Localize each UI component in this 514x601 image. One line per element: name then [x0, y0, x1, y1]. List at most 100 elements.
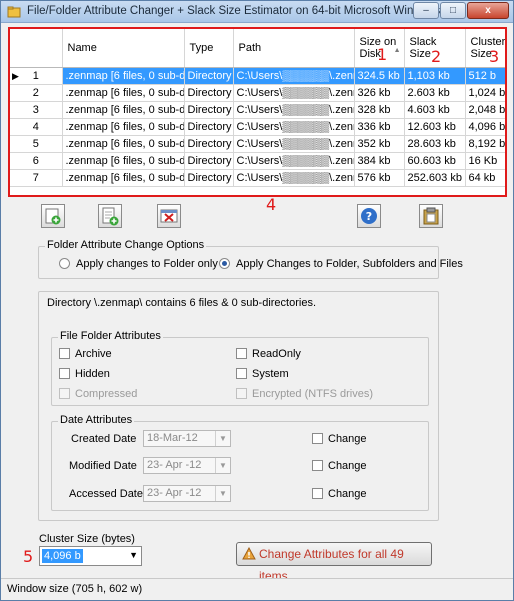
- status-text: Window size (705 h, 602 w): [7, 583, 143, 595]
- system-check[interactable]: [236, 368, 247, 379]
- row-header[interactable]: 4: [10, 118, 63, 136]
- status-bar: Window size (705 h, 602 w): [1, 578, 513, 600]
- cell-path[interactable]: C:\Users\▒▒▒▒▒▒\.zenmap: [233, 84, 355, 102]
- cell-name[interactable]: .zenmap [6 files, 0 sub-dirs]: [62, 84, 185, 102]
- row-header[interactable]: 2: [10, 84, 63, 102]
- cell-size-on-disk[interactable]: 384 kb: [354, 152, 405, 170]
- cluster-size-select[interactable]: 4,096 b ▼: [39, 546, 142, 566]
- cell-cluster-size[interactable]: 4,096 b: [465, 118, 505, 136]
- table-row[interactable]: 7 .zenmap [6 files, 0 sub-dirs]DirectoryC…: [10, 169, 505, 187]
- cell-type[interactable]: Directory: [184, 169, 234, 187]
- cell-type[interactable]: Directory: [184, 84, 234, 102]
- cell-size-on-disk[interactable]: 324.5 kb: [354, 67, 405, 85]
- readonly-check[interactable]: [236, 348, 247, 359]
- add-folder-button[interactable]: [41, 204, 65, 228]
- cell-type[interactable]: Directory: [184, 118, 234, 136]
- cell-slack-size[interactable]: 4.603 kb: [404, 101, 466, 119]
- change-attributes-button[interactable]: Change Attributes for all 49 items: [236, 542, 432, 583]
- cell-name[interactable]: .zenmap [6 files, 0 sub-dirs]: [62, 169, 185, 187]
- hidden-label: Hidden: [75, 368, 110, 380]
- cell-slack-size[interactable]: 2.603 kb: [404, 84, 466, 102]
- chevron-down-icon: ▼: [129, 550, 138, 560]
- cell-cluster-size[interactable]: 16 Kb: [465, 152, 505, 170]
- cell-size-on-disk[interactable]: 336 kb: [354, 118, 405, 136]
- cell-path[interactable]: C:\Users\▒▒▒▒▒▒\.zenmap: [233, 118, 355, 136]
- table-row[interactable]: 3 .zenmap [6 files, 0 sub-dirs]DirectoryC…: [10, 101, 505, 119]
- accessed-change-checkbox[interactable]: Change: [312, 488, 367, 500]
- hidden-check[interactable]: [59, 368, 70, 379]
- cell-size-on-disk[interactable]: 326 kb: [354, 84, 405, 102]
- maximize-button[interactable]: □: [440, 2, 466, 19]
- cell-path[interactable]: C:\Users\▒▒▒▒▒▒\.zenmap: [233, 169, 355, 187]
- cell-name[interactable]: .zenmap [6 files, 0 sub-dirs]: [62, 152, 185, 170]
- accessed-change-label: Change: [328, 488, 367, 500]
- help-button[interactable]: ?: [357, 204, 381, 228]
- row-header[interactable]: 5: [10, 135, 63, 153]
- cell-cluster-size[interactable]: 1,024 b: [465, 84, 505, 102]
- cell-name[interactable]: .zenmap [6 files, 0 sub-dirs]: [62, 67, 185, 85]
- column-header-name[interactable]: Name: [62, 29, 185, 68]
- cell-slack-size[interactable]: 1,103 kb: [404, 67, 466, 85]
- row-header[interactable]: ▶ 1: [10, 67, 63, 85]
- hidden-checkbox[interactable]: Hidden: [59, 368, 110, 380]
- cell-size-on-disk[interactable]: 352 kb: [354, 135, 405, 153]
- radio-folder-only-indicator[interactable]: [59, 258, 70, 269]
- cell-cluster-size[interactable]: 512 b: [465, 67, 505, 85]
- modified-change-checkbox[interactable]: Change: [312, 460, 367, 472]
- cell-slack-size[interactable]: 252.603 kb: [404, 169, 466, 187]
- window-title: File/Folder Attribute Changer + Slack Si…: [27, 5, 441, 17]
- created-change-check[interactable]: [312, 433, 323, 444]
- cell-name[interactable]: .zenmap [6 files, 0 sub-dirs]: [62, 118, 185, 136]
- cell-type[interactable]: Directory: [184, 135, 234, 153]
- radio-folder-only[interactable]: Apply changes to Folder only: [59, 258, 218, 270]
- cell-size-on-disk[interactable]: 576 kb: [354, 169, 405, 187]
- row-header[interactable]: 6: [10, 152, 63, 170]
- date-attributes-title: Date Attributes: [58, 414, 135, 426]
- table-row[interactable]: 5 .zenmap [6 files, 0 sub-dirs]DirectoryC…: [10, 135, 505, 153]
- clipboard-button[interactable]: [419, 204, 443, 228]
- archive-check[interactable]: [59, 348, 70, 359]
- row-header[interactable]: 3: [10, 101, 63, 119]
- cell-slack-size[interactable]: 12.603 kb: [404, 118, 466, 136]
- table-row[interactable]: 6 .zenmap [6 files, 0 sub-dirs]DirectoryC…: [10, 152, 505, 170]
- table-row[interactable]: ▶1.zenmap [6 files, 0 sub-dirs]Directory…: [10, 67, 505, 85]
- table-row[interactable]: 4 .zenmap [6 files, 0 sub-dirs]DirectoryC…: [10, 118, 505, 136]
- created-change-label: Change: [328, 433, 367, 445]
- cell-name[interactable]: .zenmap [6 files, 0 sub-dirs]: [62, 135, 185, 153]
- table-row[interactable]: 2 .zenmap [6 files, 0 sub-dirs]DirectoryC…: [10, 84, 505, 102]
- clear-list-button[interactable]: [157, 204, 181, 228]
- cell-type[interactable]: Directory: [184, 152, 234, 170]
- cell-cluster-size[interactable]: 2,048 b: [465, 101, 505, 119]
- column-header-path[interactable]: Path: [233, 29, 355, 68]
- readonly-checkbox[interactable]: ReadOnly: [236, 348, 301, 360]
- row-header[interactable]: 7: [10, 169, 63, 187]
- radio-apply-all-indicator[interactable]: [219, 258, 230, 269]
- cell-cluster-size[interactable]: 64 kb: [465, 169, 505, 187]
- cell-cluster-size[interactable]: 8,192 b: [465, 135, 505, 153]
- cell-slack-size[interactable]: 28.603 kb: [404, 135, 466, 153]
- cell-type[interactable]: Directory: [184, 67, 234, 85]
- cell-path[interactable]: C:\Users\▒▒▒▒▒▒\.zenmap: [233, 67, 355, 85]
- close-button[interactable]: x: [467, 2, 509, 19]
- cell-path[interactable]: C:\Users\▒▒▒▒▒▒\.zenmap: [233, 152, 355, 170]
- archive-checkbox[interactable]: Archive: [59, 348, 112, 360]
- minimize-button[interactable]: –: [413, 2, 439, 19]
- accessed-change-check[interactable]: [312, 488, 323, 499]
- created-change-checkbox[interactable]: Change: [312, 433, 367, 445]
- title-bar: File/Folder Attribute Changer + Slack Si…: [1, 1, 513, 23]
- cell-name[interactable]: .zenmap [6 files, 0 sub-dirs]: [62, 101, 185, 119]
- system-checkbox[interactable]: System: [236, 368, 289, 380]
- cell-path[interactable]: C:\Users\▒▒▒▒▒▒\.zenmap: [233, 135, 355, 153]
- cell-type[interactable]: Directory: [184, 101, 234, 119]
- compressed-label: Compressed: [75, 388, 138, 400]
- cell-path[interactable]: C:\Users\▒▒▒▒▒▒\.zenmap: [233, 101, 355, 119]
- cell-size-on-disk[interactable]: 328 kb: [354, 101, 405, 119]
- directory-info: Directory \.zenmap\ contains 6 files & 0…: [45, 297, 319, 309]
- modified-change-check[interactable]: [312, 460, 323, 471]
- add-file-button[interactable]: [98, 204, 122, 228]
- cell-slack-size[interactable]: 60.603 kb: [404, 152, 466, 170]
- column-header-cluster-size[interactable]: Cluster Size: [465, 29, 505, 68]
- column-header-type[interactable]: Type: [184, 29, 234, 68]
- radio-apply-all[interactable]: Apply Changes to Folder, Subfolders and …: [219, 258, 463, 270]
- annotation-1: 1: [377, 45, 388, 64]
